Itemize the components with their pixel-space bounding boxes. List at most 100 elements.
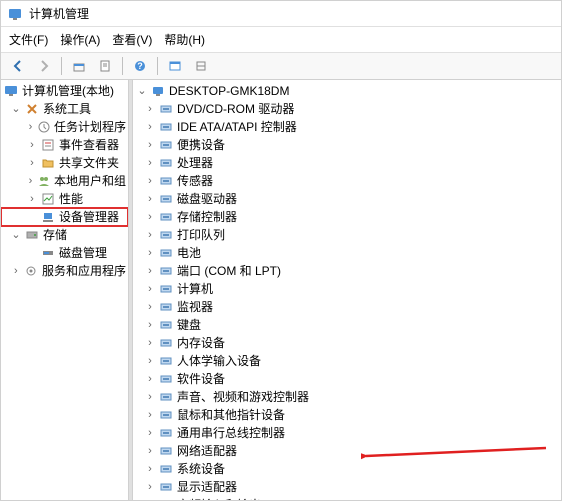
tree-disk-mgmt[interactable]: 磁盘管理	[1, 244, 128, 262]
expand-icon[interactable]: ›	[145, 407, 155, 423]
menu-help[interactable]: 帮助(H)	[164, 31, 205, 48]
collapse-icon[interactable]: ⌄	[137, 83, 147, 99]
expand-icon[interactable]: ›	[27, 137, 37, 153]
expand-icon[interactable]: ›	[145, 245, 155, 261]
device-category[interactable]: ›显示适配器	[135, 478, 559, 496]
device-category-icon	[158, 353, 174, 369]
device-category[interactable]: ›IDE ATA/ATAPI 控制器	[135, 118, 559, 136]
device-category-icon	[158, 371, 174, 387]
tree-label: 处理器	[177, 155, 213, 171]
menu-action[interactable]: 操作(A)	[60, 31, 100, 48]
separator	[122, 57, 123, 75]
tree-services-apps[interactable]: › 服务和应用程序	[1, 262, 128, 280]
device-category-icon	[158, 461, 174, 477]
left-tree-pane[interactable]: 计算机管理(本地) ⌄ 系统工具 › 任务计划程序 › 事件查看器 › 共享文件…	[1, 80, 129, 500]
device-category[interactable]: ›内存设备	[135, 334, 559, 352]
tree-local-users[interactable]: › 本地用户和组	[1, 172, 128, 190]
tree-task-scheduler[interactable]: › 任务计划程序	[1, 118, 128, 136]
window-title: 计算机管理	[29, 5, 89, 22]
scan-button[interactable]	[190, 56, 212, 76]
device-category[interactable]: ›DVD/CD-ROM 驱动器	[135, 100, 559, 118]
device-category[interactable]: ›声音、视频和游戏控制器	[135, 388, 559, 406]
expand-icon[interactable]: ›	[145, 389, 155, 405]
expand-icon[interactable]: ›	[145, 155, 155, 171]
tree-label: 音频输入和输出	[177, 497, 261, 500]
expand-icon[interactable]: ›	[145, 173, 155, 189]
device-category[interactable]: ›传感器	[135, 172, 559, 190]
device-category[interactable]: ›鼠标和其他指针设备	[135, 406, 559, 424]
collapse-icon[interactable]: ⌄	[11, 101, 21, 117]
device-category[interactable]: ›监视器	[135, 298, 559, 316]
svg-text:?: ?	[137, 61, 143, 71]
expand-icon[interactable]: ›	[27, 119, 34, 135]
expand-icon[interactable]: ›	[27, 155, 37, 171]
device-mgr-icon	[40, 209, 56, 225]
device-category[interactable]: ›键盘	[135, 316, 559, 334]
titlebar: 计算机管理	[1, 1, 561, 27]
device-category[interactable]: › 计算机	[135, 280, 559, 298]
expand-icon[interactable]: ›	[145, 191, 155, 207]
refresh-button[interactable]	[164, 56, 186, 76]
forward-button[interactable]	[33, 56, 55, 76]
expand-icon[interactable]: ›	[145, 119, 155, 135]
expand-icon[interactable]: ›	[145, 137, 155, 153]
device-category[interactable]: ›通用串行总线控制器	[135, 424, 559, 442]
device-category[interactable]: ›便携设备	[135, 136, 559, 154]
expand-icon[interactable]: ›	[145, 443, 155, 459]
properties-button[interactable]	[94, 56, 116, 76]
expand-icon[interactable]: ›	[145, 353, 155, 369]
tree-label: 电池	[177, 245, 201, 261]
tree-event-viewer[interactable]: › 事件查看器	[1, 136, 128, 154]
expand-icon[interactable]: ›	[145, 281, 155, 297]
menu-view[interactable]: 查看(V)	[112, 31, 152, 48]
expand-icon[interactable]: ›	[145, 335, 155, 351]
device-category[interactable]: ›存储控制器	[135, 208, 559, 226]
tree-label: 网络适配器	[177, 443, 237, 459]
expand-icon[interactable]: ›	[145, 425, 155, 441]
up-button[interactable]	[68, 56, 90, 76]
tree-storage[interactable]: ⌄ 存储	[1, 226, 128, 244]
device-category[interactable]: ›端口 (COM 和 LPT)	[135, 262, 559, 280]
device-category-icon	[158, 299, 174, 315]
tree-label: 软件设备	[177, 371, 225, 387]
back-button[interactable]	[7, 56, 29, 76]
expand-icon[interactable]: ›	[145, 227, 155, 243]
collapse-icon[interactable]: ⌄	[11, 227, 21, 243]
expand-icon[interactable]: ›	[27, 191, 37, 207]
tree-label: 服务和应用程序	[42, 263, 126, 279]
expand-icon[interactable]: ›	[145, 497, 155, 500]
expand-icon[interactable]: ›	[145, 371, 155, 387]
computer-icon	[150, 83, 166, 99]
expand-icon[interactable]: ›	[145, 101, 155, 117]
help-button[interactable]: ?	[129, 56, 151, 76]
device-category[interactable]: › 网络适配器	[135, 442, 559, 460]
expand-icon[interactable]: ›	[145, 299, 155, 315]
tree-label: 计算机管理(本地)	[22, 83, 114, 99]
device-category[interactable]: ›打印队列	[135, 226, 559, 244]
device-category[interactable]: ›人体学输入设备	[135, 352, 559, 370]
device-category[interactable]: ›磁盘驱动器	[135, 190, 559, 208]
event-icon	[40, 137, 56, 153]
expand-icon[interactable]: ›	[145, 479, 155, 495]
expand-icon[interactable]: ›	[145, 209, 155, 225]
device-category[interactable]: › 电池	[135, 244, 559, 262]
expand-icon[interactable]: ›	[145, 263, 155, 279]
device-category[interactable]: › 音频输入和输出	[135, 496, 559, 500]
right-tree-pane[interactable]: ⌄ DESKTOP-GMK18DM ›DVD/CD-ROM 驱动器›IDE AT…	[132, 80, 561, 500]
device-category[interactable]: › 软件设备	[135, 370, 559, 388]
tree-root-computer-management[interactable]: 计算机管理(本地)	[1, 82, 128, 100]
device-root[interactable]: ⌄ DESKTOP-GMK18DM	[135, 82, 559, 100]
tree-label: 计算机	[177, 281, 213, 297]
expand-icon[interactable]: ›	[27, 173, 34, 189]
expand-icon[interactable]: ›	[145, 461, 155, 477]
tree-system-tools[interactable]: ⌄ 系统工具	[1, 100, 128, 118]
device-category[interactable]: ›系统设备	[135, 460, 559, 478]
expand-icon[interactable]: ›	[145, 317, 155, 333]
computer-mgmt-icon	[3, 83, 19, 99]
tree-device-manager[interactable]: 设备管理器	[1, 208, 128, 226]
menu-file[interactable]: 文件(F)	[9, 31, 48, 48]
tree-performance[interactable]: › 性能	[1, 190, 128, 208]
tree-shared-folders[interactable]: › 共享文件夹	[1, 154, 128, 172]
device-category[interactable]: › 处理器	[135, 154, 559, 172]
expand-icon[interactable]: ›	[11, 263, 21, 279]
